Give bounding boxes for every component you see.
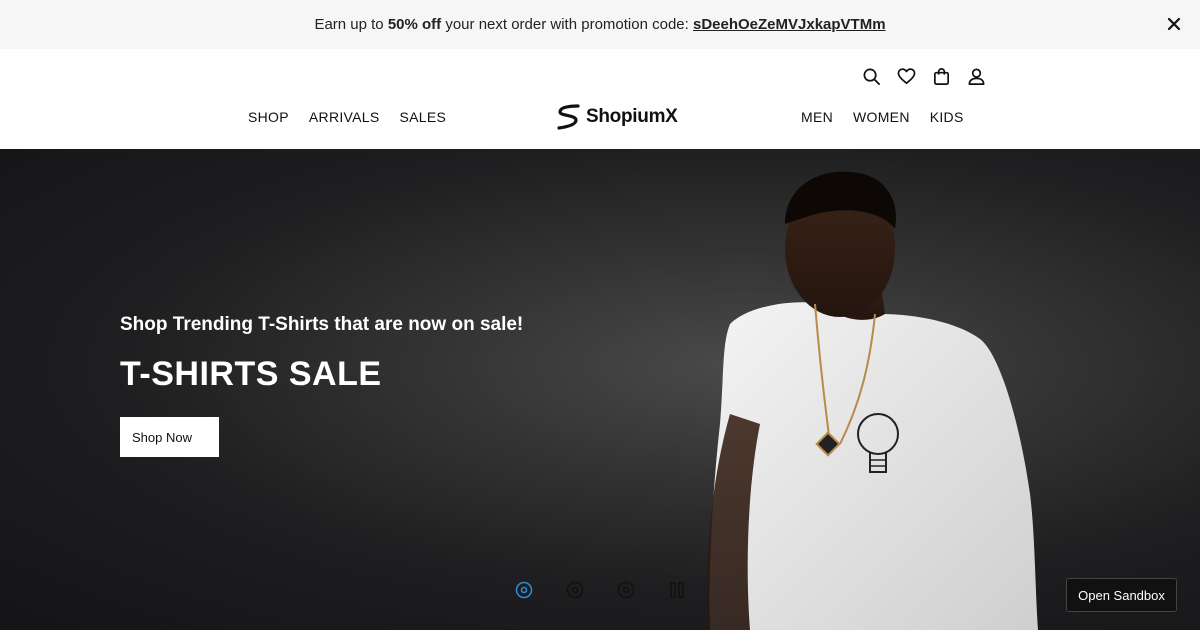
hero-title: T-SHIRTS SALE bbox=[120, 355, 382, 393]
nav-men[interactable]: MEN bbox=[801, 109, 833, 125]
slide-dot-1[interactable] bbox=[515, 581, 533, 599]
promo-bar: Earn up to 50% off your next order with … bbox=[0, 0, 1200, 49]
slider-controls bbox=[515, 581, 686, 599]
user-icon[interactable] bbox=[967, 67, 986, 86]
promo-text: Earn up to 50% off your next order with … bbox=[314, 16, 885, 33]
pause-icon[interactable] bbox=[668, 581, 686, 599]
shop-now-button[interactable]: Shop Now bbox=[120, 417, 219, 457]
nav-sales[interactable]: SALES bbox=[400, 109, 447, 125]
slide-dot-2[interactable] bbox=[566, 581, 584, 599]
logo-text: ShopiumX bbox=[586, 106, 678, 127]
nav-shop[interactable]: SHOP bbox=[248, 109, 289, 125]
promo-discount: 50% off bbox=[387, 16, 442, 33]
nav-right: MEN WOMEN KIDS bbox=[801, 109, 964, 125]
open-sandbox-button[interactable]: Open Sandbox bbox=[1066, 578, 1177, 612]
nav-left: SHOP ARRIVALS SALES bbox=[248, 109, 446, 125]
search-icon[interactable] bbox=[862, 67, 881, 86]
nav-women[interactable]: WOMEN bbox=[853, 109, 910, 125]
logo-icon bbox=[557, 104, 580, 130]
header-icons bbox=[862, 67, 986, 86]
promo-prefix: Earn up to bbox=[314, 16, 384, 33]
slide-dot-3[interactable] bbox=[617, 581, 635, 599]
nav-kids[interactable]: KIDS bbox=[930, 109, 964, 125]
heart-icon[interactable] bbox=[897, 67, 916, 86]
promo-code[interactable]: sDeehOeZeMVJxkapVTMm bbox=[693, 16, 886, 33]
hero-subtitle: Shop Trending T-Shirts that are now on s… bbox=[120, 314, 524, 335]
site-header: SHOP ARRIVALS SALES ShopiumX MEN WOMEN K… bbox=[0, 49, 1200, 149]
nav-arrivals[interactable]: ARRIVALS bbox=[309, 109, 380, 125]
bag-icon[interactable] bbox=[932, 67, 951, 86]
hero-model-image bbox=[707, 171, 1038, 630]
promo-middle: your next order with promotion code: bbox=[445, 16, 689, 33]
site-logo[interactable]: ShopiumX bbox=[556, 103, 678, 131]
hero-banner: Shop Trending T-Shirts that are now on s… bbox=[0, 149, 1200, 630]
close-icon[interactable] bbox=[1166, 16, 1182, 32]
